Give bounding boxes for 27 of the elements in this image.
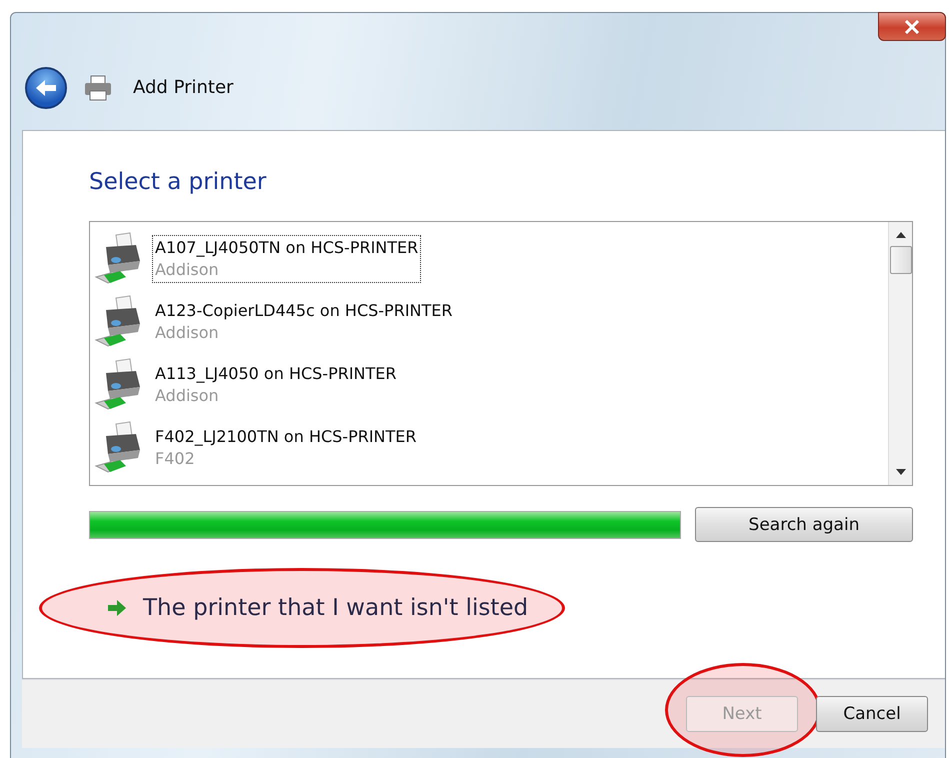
search-again-button[interactable]: Search again [695, 507, 913, 542]
printer-not-listed-link[interactable]: The printer that I want isn't listed [143, 595, 528, 621]
printer-list-item[interactable]: A107_LJ4050TN on HCS-PRINTER Addison [94, 227, 888, 290]
printer-name: A113_LJ4050 on HCS-PRINTER [155, 362, 397, 384]
arrow-icon [107, 599, 127, 617]
printer-location: Addison [155, 384, 220, 406]
cancel-button[interactable]: Cancel [816, 696, 928, 732]
printer-location: F402 [155, 448, 196, 470]
scroll-down-icon [896, 469, 906, 475]
printer-name: F402_LJ2100TN on HCS-PRINTER [155, 426, 417, 448]
scrollbar[interactable] [888, 222, 912, 485]
printer-icon [83, 74, 113, 100]
close-icon [904, 20, 920, 34]
page-heading: Select a printer [89, 169, 268, 195]
scroll-thumb[interactable] [890, 246, 912, 274]
printer-list-item[interactable]: A113_LJ4050 on HCS-PRINTER Addison [94, 353, 888, 416]
close-button[interactable] [878, 12, 946, 41]
printer-name: A123-CopierLD445c on HCS-PRINTER [155, 300, 452, 322]
printer-location: Addison [155, 322, 220, 344]
printer-list-item[interactable]: F402_LJ2100TN on HCS-PRINTER F402 [94, 416, 888, 479]
printer-name: A107_LJ4050TN on HCS-PRINTER [155, 236, 418, 258]
printer-list-item[interactable]: A123-CopierLD445c on HCS-PRINTER Addison [94, 290, 888, 353]
printer-location: Addison [155, 258, 220, 280]
back-arrow-icon [34, 78, 58, 98]
back-button[interactable] [25, 66, 67, 108]
window-title: Add Printer [133, 77, 234, 98]
scroll-up-icon [896, 232, 906, 238]
